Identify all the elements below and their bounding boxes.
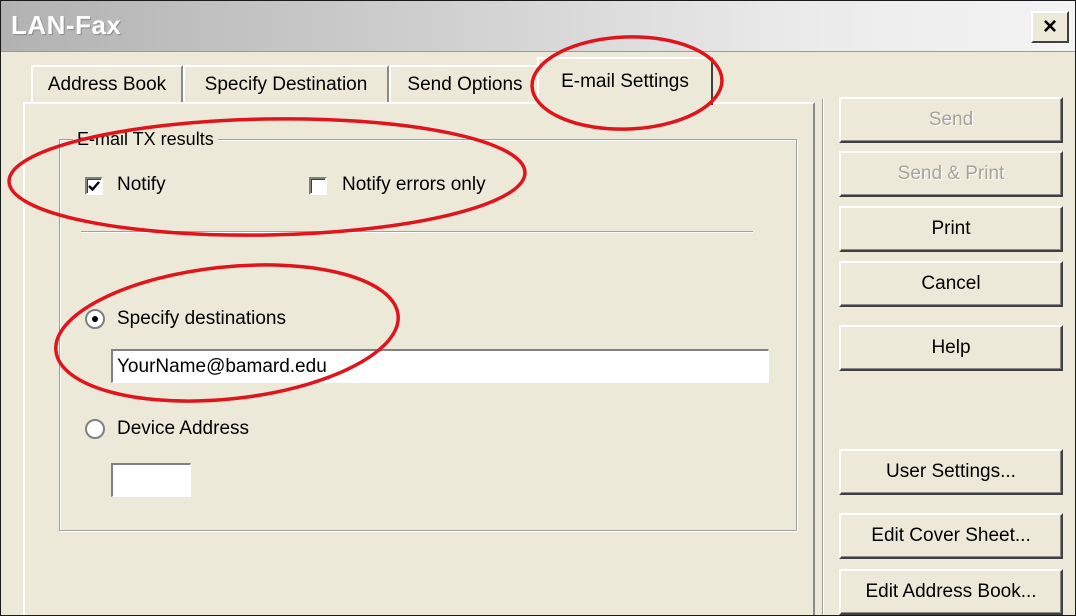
close-icon: × [1042,13,1057,40]
notify-errors-only-checkbox[interactable] [309,177,327,195]
send-and-print-button[interactable]: Send & Print [839,151,1063,197]
destination-email-input[interactable] [111,349,769,383]
specify-destinations-label: Specify destinations [117,308,286,329]
panel-divider [822,99,824,615]
check-icon [88,181,100,192]
tab-send-options[interactable]: Send Options [389,65,541,103]
device-address-radio[interactable] [85,419,105,439]
tab-label: Send Options [407,74,523,95]
tab-address-book[interactable]: Address Book [31,65,183,103]
tab-specify-destination[interactable]: Specify Destination [183,65,389,103]
edit-cover-sheet-button[interactable]: Edit Cover Sheet... [839,513,1063,559]
send-button[interactable]: Send [839,97,1063,143]
tab-label: E-mail Settings [561,71,689,92]
device-address-input[interactable] [111,463,191,497]
tab-label: Address Book [47,74,167,95]
notify-label: Notify [117,174,166,195]
radio-selected-dot [92,316,98,322]
tab-label: Specify Destination [204,74,368,95]
lan-fax-dialog: LAN-Fax × Address Book Specify Destinati… [0,0,1076,616]
help-button[interactable]: Help [839,325,1063,371]
title-bar: LAN-Fax × [1,1,1075,52]
separator [81,231,753,233]
device-address-label: Device Address [117,418,250,439]
user-settings-button[interactable]: User Settings... [839,449,1063,495]
edit-address-book-button[interactable]: Edit Address Book... [839,569,1063,615]
specify-destinations-radio[interactable] [85,309,105,329]
cancel-button[interactable]: Cancel [839,261,1063,307]
window-title: LAN-Fax [11,10,122,40]
print-button[interactable]: Print [839,206,1063,252]
notify-errors-only-label: Notify errors only [342,174,486,195]
close-button[interactable]: × [1031,11,1069,43]
tab-email-settings[interactable]: E-mail Settings [537,57,713,105]
group-title: E-mail TX results [73,129,218,150]
notify-checkbox[interactable] [85,177,103,195]
